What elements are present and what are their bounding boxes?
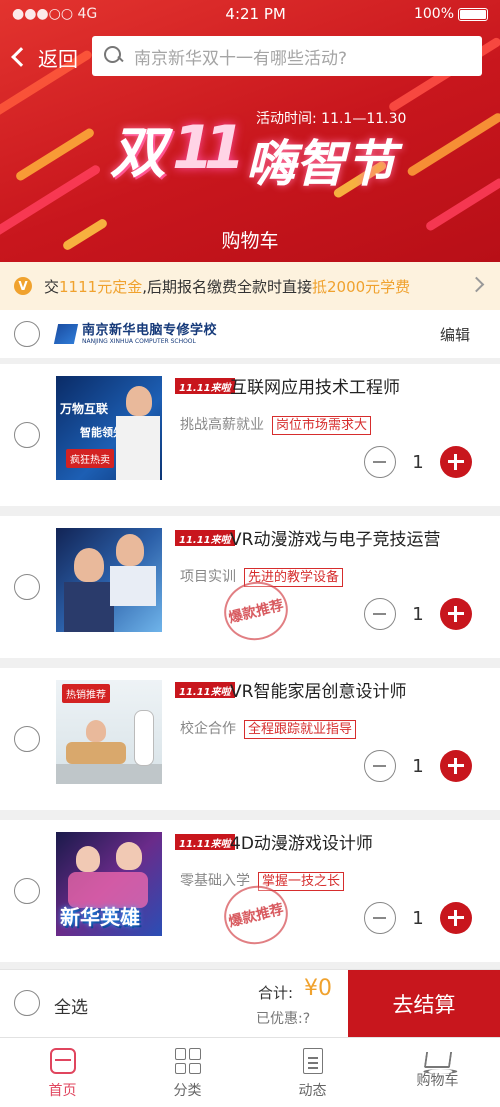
- header-banner: ●●●○○ 4G 4:21 PM 100% 返回 南京新华双十一有哪些活动? 双…: [0, 0, 500, 262]
- plus-button[interactable]: [440, 902, 472, 934]
- tab-news[interactable]: 动态: [250, 1038, 375, 1107]
- carrier-signal: ●●●○○ 4G: [12, 6, 98, 22]
- item-select-checkbox[interactable]: [14, 726, 40, 752]
- item-title[interactable]: 4D动漫游戏设计师: [230, 829, 373, 854]
- battery-icon: [458, 7, 488, 21]
- course-thumbnail[interactable]: 新华英雄: [56, 832, 162, 936]
- total-label: 合计:: [258, 984, 294, 1002]
- store-select-checkbox[interactable]: [14, 321, 40, 347]
- notice-deposit: 1111元定金: [59, 277, 143, 296]
- quantity-value: 1: [412, 755, 424, 777]
- cart-item: 11.11来啦 VR动漫游戏与电子竞技运营 项目实训 先进的教学设备 爆款推荐 1: [0, 516, 500, 658]
- course-thumbnail[interactable]: [56, 528, 162, 632]
- tab-label: 首页: [48, 1083, 77, 1099]
- grid-icon: [174, 1048, 201, 1074]
- back-button[interactable]: 返回: [11, 40, 78, 74]
- plus-button[interactable]: [440, 750, 472, 782]
- minus-button[interactable]: [364, 750, 396, 782]
- store-header: 南京新华电脑专修学校 NANJING XINHUA COMPUTER SCHOO…: [0, 310, 500, 358]
- quantity-stepper: 1: [364, 750, 472, 782]
- promo-tag: 11.11来啦: [175, 834, 235, 850]
- edit-button[interactable]: 编辑: [440, 324, 470, 345]
- quantity-value: 1: [412, 907, 424, 929]
- item-badge: 岗位市场需求大: [272, 416, 372, 435]
- school-logo: 南京新华电脑专修学校 NANJING XINHUA COMPUTER SCHOO…: [53, 322, 218, 345]
- hot-sale-label: 疯狂热卖: [66, 449, 114, 468]
- checkout-button[interactable]: 去结算: [348, 970, 500, 1038]
- promo-tag: 11.11来啦: [175, 682, 235, 698]
- search-placeholder: 南京新华双十一有哪些活动?: [134, 48, 348, 69]
- select-all-checkbox[interactable]: [14, 990, 40, 1016]
- minus-button[interactable]: [364, 902, 396, 934]
- logo-festival-name: 嗨智节: [245, 135, 396, 193]
- item-feature: 校企合作 全程跟踪就业指导: [180, 718, 357, 739]
- tab-category[interactable]: 分类: [125, 1038, 250, 1107]
- search-input[interactable]: 南京新华双十一有哪些活动?: [92, 36, 482, 76]
- status-time: 4:21 PM: [225, 5, 286, 23]
- item-badge: 全程跟踪就业指导: [244, 720, 357, 739]
- promo-tag: 11.11来啦: [175, 378, 235, 394]
- school-name: 南京新华电脑专修学校: [82, 322, 218, 338]
- item-select-checkbox[interactable]: [14, 422, 40, 448]
- school-name-en: NANJING XINHUA COMPUTER SCHOOL: [82, 337, 196, 345]
- promo-tag: 11.11来啦: [175, 530, 235, 546]
- quantity-stepper: 1: [364, 446, 472, 478]
- item-title[interactable]: VR动漫游戏与电子竞技运营: [230, 525, 440, 550]
- quantity-stepper: 1: [364, 902, 472, 934]
- item-title[interactable]: VR智能家居创意设计师: [230, 677, 406, 702]
- tab-cart[interactable]: 购物车: [375, 1038, 500, 1107]
- cart-item: 万物互联 智能领先 疯狂热卖 11.11来啦 互联网应用技术工程师 挑战高薪就业…: [0, 364, 500, 506]
- logo-double-char: 双: [110, 120, 166, 186]
- course-thumbnail[interactable]: 热销推荐: [56, 680, 162, 784]
- total-value: ¥0: [304, 976, 332, 1001]
- quantity-stepper: 1: [364, 598, 472, 630]
- notice-mid: ,后期报名缴费全款时直接: [142, 277, 312, 296]
- quantity-value: 1: [412, 603, 424, 625]
- cart-item: 新华英雄 11.11来啦 4D动漫游戏设计师 零基础入学 掌握一技之长 爆款推荐 …: [0, 820, 500, 962]
- minus-button[interactable]: [364, 598, 396, 630]
- status-bar: ●●●○○ 4G 4:21 PM 100%: [0, 0, 500, 28]
- vip-badge-icon: V: [14, 277, 32, 295]
- course-thumbnail[interactable]: 万物互联 智能领先 疯狂热卖: [56, 376, 162, 480]
- bottom-tab-bar: 首页 分类 动态 购物车: [0, 1037, 500, 1107]
- search-icon: [104, 46, 124, 66]
- thumb-game-title: 新华英雄: [60, 905, 140, 929]
- logo-eleven: 11: [172, 113, 245, 183]
- minus-button[interactable]: [364, 446, 396, 478]
- page-title: 购物车: [221, 230, 279, 252]
- activity-time: 活动时间: 11.1—11.30: [256, 111, 407, 127]
- document-icon: [302, 1048, 323, 1074]
- notice-reward: 抵2000元学费: [311, 277, 411, 296]
- tab-label: 动态: [298, 1083, 327, 1099]
- battery-indicator: 100%: [414, 6, 488, 22]
- discount-text: 已优惠:?: [256, 1011, 311, 1027]
- plus-button[interactable]: [440, 598, 472, 630]
- cart-item: 热销推荐 11.11来啦 VR智能家居创意设计师 校企合作 全程跟踪就业指导 1: [0, 668, 500, 810]
- notice-pre: 交: [44, 277, 60, 296]
- cart-icon: [423, 1052, 452, 1068]
- thumb-text: 万物互联: [60, 402, 109, 416]
- school-emblem-icon: [53, 324, 79, 344]
- chevron-right-icon: [468, 276, 485, 293]
- plus-button[interactable]: [440, 446, 472, 478]
- checkout-bar: 全选 合计: ¥0 已优惠:? 去结算: [0, 969, 500, 1038]
- select-all-label[interactable]: 全选: [54, 993, 88, 1018]
- item-select-checkbox[interactable]: [14, 574, 40, 600]
- promo-notice-bar[interactable]: V 交 1111元定金 ,后期报名缴费全款时直接 抵2000元学费: [0, 262, 500, 310]
- tab-home[interactable]: 首页: [0, 1038, 125, 1107]
- item-feature: 挑战高薪就业 岗位市场需求大: [180, 414, 372, 435]
- back-label: 返回: [38, 46, 78, 71]
- home-icon: [49, 1048, 76, 1074]
- item-title[interactable]: 互联网应用技术工程师: [230, 373, 400, 398]
- quantity-value: 1: [412, 451, 424, 473]
- item-select-checkbox[interactable]: [14, 878, 40, 904]
- chevron-left-icon: [11, 47, 31, 67]
- tab-label: 分类: [173, 1083, 202, 1099]
- hot-recommend-label: 热销推荐: [62, 684, 110, 703]
